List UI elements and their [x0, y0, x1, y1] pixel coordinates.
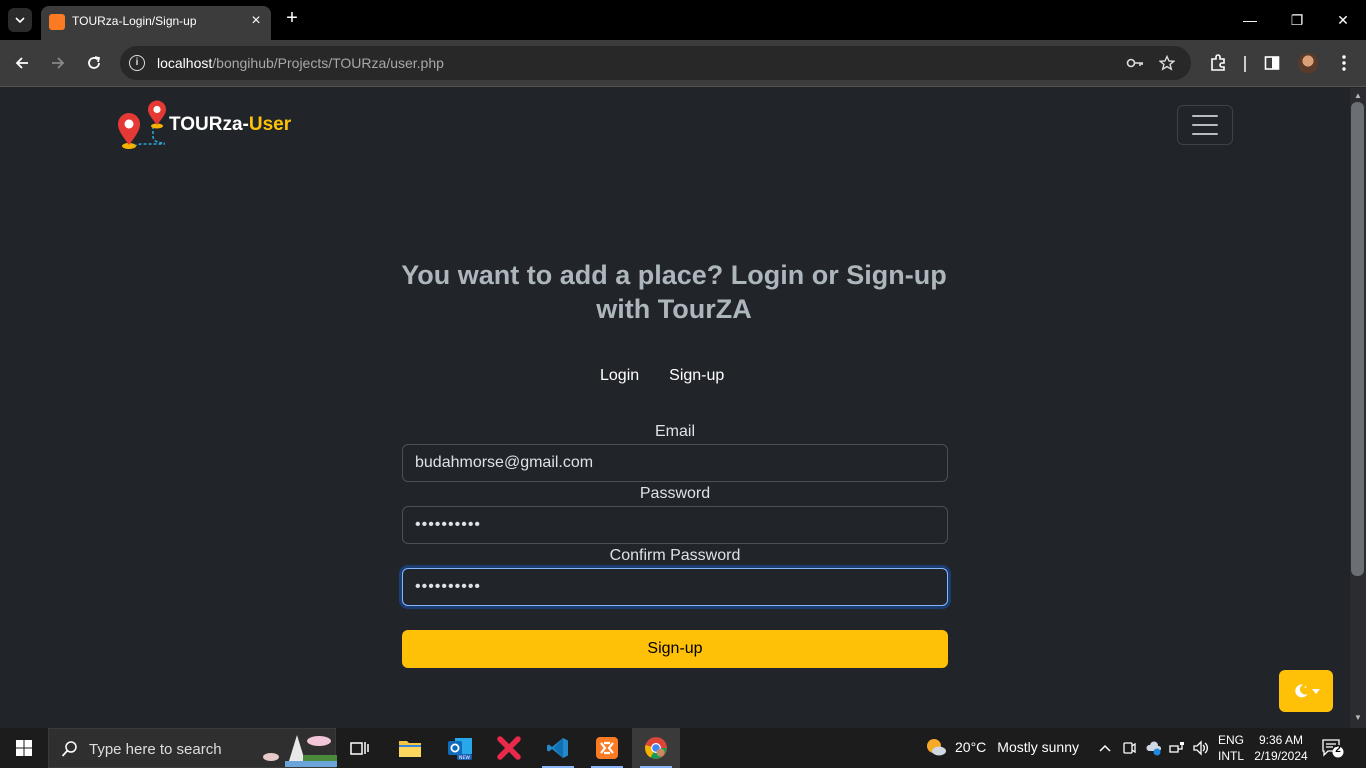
search-icon [61, 741, 77, 757]
minimize-icon[interactable]: — [1240, 10, 1260, 30]
restore-icon[interactable]: ❐ [1287, 10, 1307, 30]
map-pins-logo-icon [118, 100, 166, 149]
extensions-icon[interactable] [1207, 52, 1229, 74]
profile-avatar[interactable] [1297, 52, 1319, 74]
navbar-toggler-button[interactable] [1177, 105, 1233, 145]
caret-down-icon [1311, 688, 1320, 694]
tab-search-button[interactable] [8, 8, 32, 32]
taskbar-search-placeholder: Type here to search [89, 741, 222, 758]
notification-count: 2 [1335, 744, 1341, 755]
side-panel-icon[interactable] [1261, 52, 1283, 74]
taskbar-search-box[interactable]: Type here to search [48, 728, 337, 768]
chevron-down-icon [15, 17, 25, 23]
weather-desc: Mostly sunny [997, 739, 1079, 755]
tab-sign-up[interactable]: Sign-up [669, 367, 724, 385]
browser-menu-icon[interactable] [1333, 52, 1355, 74]
tab-title: TOURza-Login/Sign-up [72, 14, 197, 28]
notification-center-icon[interactable]: 2 [1322, 738, 1344, 758]
sign-up-button[interactable]: Sign-up [402, 630, 948, 668]
new-tab-icon[interactable]: + [282, 8, 302, 28]
search-highlight-art-icon [263, 735, 337, 767]
moon-icon [1294, 684, 1307, 698]
email-label: Email [654, 423, 695, 440]
password-field[interactable]: •••••••••• [402, 506, 948, 544]
brand-name: TOURza-User [169, 114, 292, 135]
bookmark-star-icon[interactable] [1158, 54, 1176, 72]
page-viewport: TOURza-User You want to add a place? Log… [0, 88, 1350, 728]
password-label: Password [639, 485, 711, 502]
weather-widget[interactable]: 20°C Mostly sunny [925, 737, 1079, 757]
xmind-app-icon[interactable] [485, 728, 533, 768]
svg-text:NEW: NEW [459, 755, 470, 760]
confirm-password-field[interactable]: •••••••••• [402, 568, 948, 606]
meet-now-icon[interactable] [1121, 740, 1137, 756]
confirm-password-label: Confirm Password [609, 547, 741, 564]
theme-toggle-button[interactable] [1279, 670, 1333, 712]
system-clock[interactable]: 9:36 AM 2/19/2024 [1253, 732, 1309, 764]
back-icon[interactable] [11, 52, 33, 74]
chrome-icon[interactable] [632, 728, 680, 768]
onedrive-icon[interactable] [1145, 740, 1162, 756]
browser-tab-active[interactable]: TOURza-Login/Sign-up × [41, 6, 271, 40]
windows-taskbar: Type here to search NEW 20°C Mostly sunn… [0, 728, 1366, 768]
reload-icon[interactable] [83, 52, 105, 74]
address-bar[interactable]: i localhost/bongihub/Projects/TOURza/use… [120, 46, 1191, 80]
scroll-up-icon[interactable]: ▲ [1353, 92, 1363, 100]
tab-login[interactable]: Login [600, 367, 639, 385]
brand-accent-text: User [248, 114, 292, 135]
xampp-favicon-icon [49, 14, 65, 30]
close-window-icon[interactable]: ✕ [1333, 10, 1353, 30]
toolbar-separator [1244, 56, 1246, 72]
url-text: localhost/bongihub/Projects/TOURza/user.… [157, 55, 444, 71]
page-headline: You want to add a place? Login or Sign-u… [401, 260, 947, 324]
clock-time: 9:36 AM [1258, 733, 1304, 747]
volume-icon[interactable] [1192, 740, 1208, 756]
partly-sunny-icon [927, 739, 946, 756]
auth-tabs: Login Sign-up [600, 367, 724, 385]
outlook-new-icon[interactable]: NEW [436, 728, 484, 768]
network-icon[interactable] [1169, 740, 1185, 756]
password-key-icon[interactable] [1126, 54, 1144, 72]
site-info-icon[interactable]: i [129, 55, 145, 71]
brand-logo[interactable]: TOURza-User [115, 100, 291, 150]
vscode-icon[interactable] [534, 728, 582, 768]
browser-toolbar: i localhost/bongihub/Projects/TOURza/use… [0, 40, 1366, 87]
browser-tabstrip: TOURza-Login/Sign-up × + — ❐ ✕ [0, 0, 1366, 40]
scroll-down-icon[interactable]: ▼ [1353, 714, 1363, 722]
forward-icon[interactable] [47, 52, 69, 74]
input-language-indicator[interactable]: ENG INTL [1218, 732, 1244, 764]
clock-date: 2/19/2024 [1254, 749, 1308, 763]
weather-temp: 20°C [955, 739, 987, 755]
xampp-icon[interactable] [583, 728, 631, 768]
email-field[interactable]: budahmorse@gmail.com [402, 444, 948, 482]
file-explorer-icon[interactable] [386, 728, 434, 768]
scrollbar-thumb[interactable] [1351, 102, 1364, 576]
tab-close-icon[interactable]: × [247, 12, 265, 30]
windows-start-icon[interactable] [0, 728, 48, 768]
tray-chevron-up-icon[interactable] [1097, 740, 1113, 756]
task-view-icon[interactable] [336, 728, 384, 768]
